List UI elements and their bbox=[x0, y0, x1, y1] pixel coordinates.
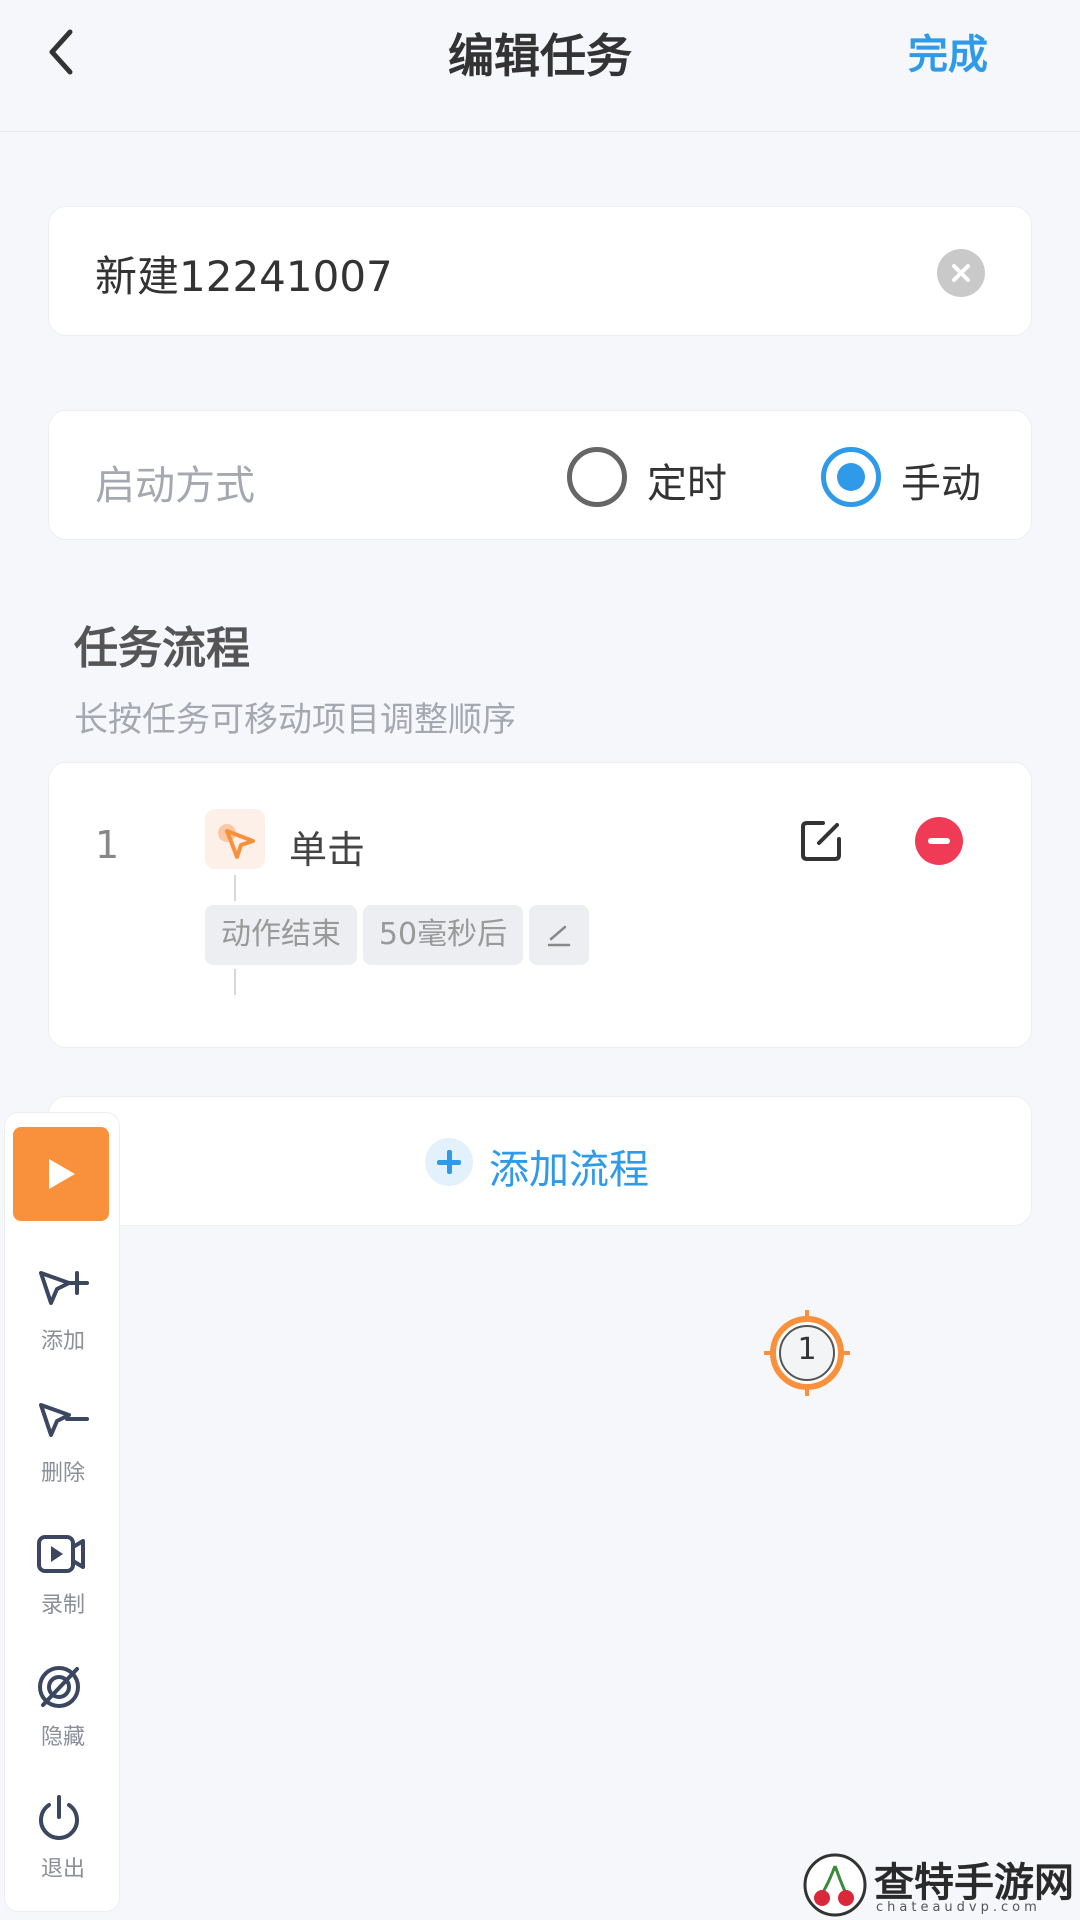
edit-delay-button[interactable] bbox=[529, 905, 589, 965]
add-flow-label: 添加流程 bbox=[489, 1147, 649, 1193]
task-name-card bbox=[48, 206, 1032, 336]
connector-line bbox=[234, 969, 236, 995]
record-video-icon bbox=[37, 1535, 85, 1573]
marker-number: 1 bbox=[797, 1332, 817, 1367]
tap-cursor-icon bbox=[205, 809, 265, 869]
toolbar-delete-label: 删除 bbox=[40, 1461, 85, 1486]
add-flow-button[interactable]: 添加流程 bbox=[48, 1096, 1032, 1226]
header: 编辑任务 完成 bbox=[0, 0, 1080, 132]
connector-line bbox=[234, 875, 236, 901]
flow-step-card[interactable]: 1 单击 动作结束 50毫秒后 bbox=[48, 762, 1032, 1048]
floating-toolbar: 添加 删除 录制 隐藏 退出 bbox=[4, 1112, 120, 1912]
radio-unchecked-icon bbox=[567, 447, 627, 507]
flow-section-hint: 长按任务可移动项目调整顺序 bbox=[74, 700, 516, 740]
edit-task-screen: 编辑任务 完成 启动方式 定时 手动 任务流程 长按任务可移动项目调整顺序 1 bbox=[0, 0, 1080, 1920]
toolbar-hide[interactable]: 隐藏 bbox=[5, 1663, 121, 1773]
task-name-input[interactable] bbox=[95, 245, 895, 301]
step-number: 1 bbox=[95, 823, 120, 867]
play-icon bbox=[49, 1159, 75, 1189]
click-target-marker[interactable]: 1 bbox=[764, 1310, 850, 1396]
step-tag-trigger[interactable]: 动作结束 bbox=[205, 905, 357, 965]
step-tag-delay[interactable]: 50毫秒后 bbox=[363, 905, 523, 965]
step-action-label: 单击 bbox=[289, 828, 366, 872]
start-mode-label: 启动方式 bbox=[95, 463, 255, 509]
cherry-logo-icon bbox=[803, 1853, 867, 1917]
toolbar-record-label: 录制 bbox=[40, 1593, 85, 1618]
pencil-icon bbox=[547, 925, 571, 947]
toolbar-delete[interactable]: 删除 bbox=[5, 1399, 121, 1509]
watermark-url: chateaudvp.com bbox=[876, 1900, 1041, 1915]
toolbar-add[interactable]: 添加 bbox=[5, 1267, 121, 1377]
watermark: 查特手游网 chateaudvp.com bbox=[802, 1848, 1080, 1920]
remove-step-button[interactable] bbox=[915, 817, 963, 865]
flow-section-title: 任务流程 bbox=[74, 623, 250, 674]
edit-icon bbox=[801, 821, 841, 861]
cursor-plus-icon bbox=[39, 1271, 89, 1305]
radio-timed-label: 定时 bbox=[647, 461, 727, 507]
toolbar-exit-label: 退出 bbox=[40, 1857, 85, 1882]
eye-off-icon bbox=[38, 1666, 80, 1708]
power-icon bbox=[39, 1795, 79, 1840]
play-button[interactable] bbox=[13, 1127, 109, 1221]
close-icon bbox=[952, 264, 970, 282]
toolbar-record[interactable]: 录制 bbox=[5, 1531, 121, 1641]
clear-input-button[interactable] bbox=[937, 249, 985, 297]
start-mode-card: 启动方式 定时 手动 bbox=[48, 410, 1032, 540]
radio-manual-label: 手动 bbox=[901, 461, 981, 507]
toolbar-hide-label: 隐藏 bbox=[40, 1725, 85, 1750]
toolbar-add-label: 添加 bbox=[40, 1329, 85, 1354]
toolbar-exit[interactable]: 退出 bbox=[5, 1795, 121, 1905]
plus-icon bbox=[425, 1138, 473, 1186]
radio-checked-icon bbox=[821, 447, 881, 507]
cursor-minus-icon bbox=[39, 1403, 89, 1437]
done-button[interactable]: 完成 bbox=[908, 22, 988, 80]
edit-step-button[interactable] bbox=[797, 817, 845, 865]
